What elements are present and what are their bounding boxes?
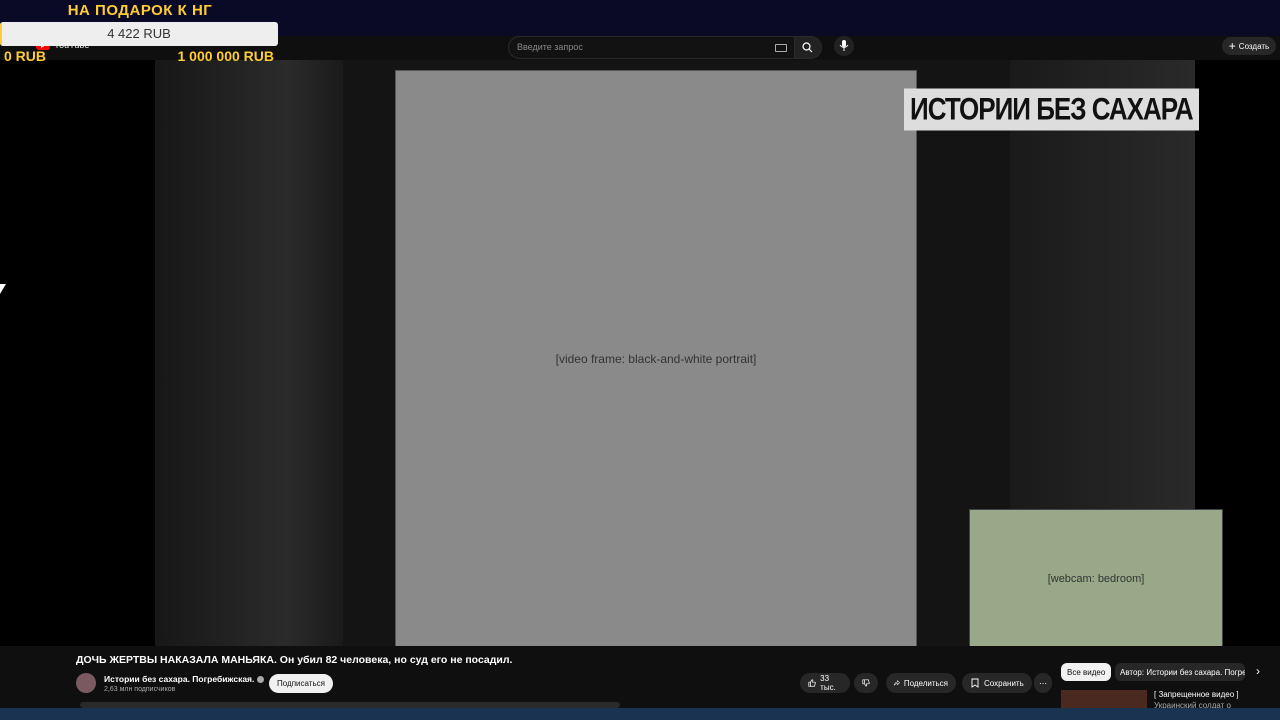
- video-frame-placeholder: [video frame: black-and-white portrait]: [395, 70, 917, 648]
- donation-progress-bar: 4 422 RUB: [0, 22, 278, 46]
- create-button[interactable]: + Создать: [1222, 37, 1276, 55]
- recommendation-thumbnail[interactable]: [1061, 690, 1147, 708]
- keyboard-icon[interactable]: [775, 44, 787, 52]
- voice-search-button[interactable]: [834, 36, 854, 56]
- more-icon: ⋯: [1039, 678, 1047, 688]
- webcam-overlay: [webcam: bedroom]: [969, 509, 1223, 648]
- save-icon: [971, 678, 979, 688]
- plus-icon: +: [1228, 39, 1236, 53]
- save-button[interactable]: Сохранить: [962, 673, 1032, 693]
- donation-max: 1 000 000 RUB: [177, 48, 274, 64]
- channel-avatar[interactable]: [76, 673, 96, 693]
- search-icon: [802, 42, 813, 53]
- donation-min: 0 RUB: [4, 48, 47, 64]
- search-button[interactable]: [794, 36, 822, 59]
- donation-current: 4 422 RUB: [107, 26, 171, 41]
- like-button[interactable]: 33 тыс.: [800, 673, 850, 693]
- dislike-button[interactable]: [854, 673, 878, 693]
- thumbs-down-icon: [862, 679, 870, 687]
- channel-name-row[interactable]: Истории без сахара. Погребижская.: [104, 674, 265, 684]
- donation-title: НА ПОДАРОК К НГ: [67, 2, 213, 19]
- channel-watermark: ИСТОРИИ БЕЗ САХАРА: [904, 88, 1199, 131]
- chip-all-videos[interactable]: Все видео: [1061, 663, 1112, 681]
- microphone-icon: [839, 40, 849, 51]
- search-input[interactable]: [515, 41, 769, 53]
- video-player[interactable]: [video frame: black-and-white portrait] …: [0, 60, 1280, 648]
- video-title: ДОЧЬ ЖЕРТВЫ НАКАЗАЛА МАНЬЯКА. Он убил 82…: [76, 654, 513, 666]
- share-label: Поделиться: [903, 678, 948, 688]
- thumbs-up-icon: [808, 679, 816, 687]
- create-label: Создать: [1238, 41, 1270, 51]
- search-box: [508, 36, 796, 59]
- donation-goal-widget: НА ПОДАРОК К НГ 4 422 RUB 0 RUB 1 000 00…: [0, 0, 280, 82]
- verified-icon: [257, 676, 265, 684]
- subscribe-button[interactable]: Подписаться: [269, 674, 333, 693]
- video-frame-left: [155, 60, 343, 646]
- recommendation-title[interactable]: [ Запрещенное видео ]: [1154, 690, 1239, 699]
- taskbar-strip: [0, 708, 1280, 720]
- more-actions-button[interactable]: ⋯: [1034, 673, 1052, 693]
- channel-name[interactable]: Истории без сахара. Погребижская.: [104, 674, 254, 684]
- chip-author[interactable]: Автор: Истории без сахара. Погребижская.: [1115, 663, 1245, 681]
- video-info-panel: ДОЧЬ ЖЕРТВЫ НАКАЗАЛА МАНЬЯКА. Он убил 82…: [0, 646, 1280, 710]
- share-button[interactable]: Поделиться: [886, 673, 956, 693]
- save-label: Сохранить: [984, 678, 1024, 688]
- subscriber-count: 2,63 млн подписчиков: [104, 686, 176, 693]
- chevron-right-icon[interactable]: ›: [1256, 664, 1260, 678]
- mouse-cursor-icon: [0, 284, 6, 294]
- share-icon: [894, 680, 900, 686]
- like-count: 33 тыс.: [820, 674, 836, 692]
